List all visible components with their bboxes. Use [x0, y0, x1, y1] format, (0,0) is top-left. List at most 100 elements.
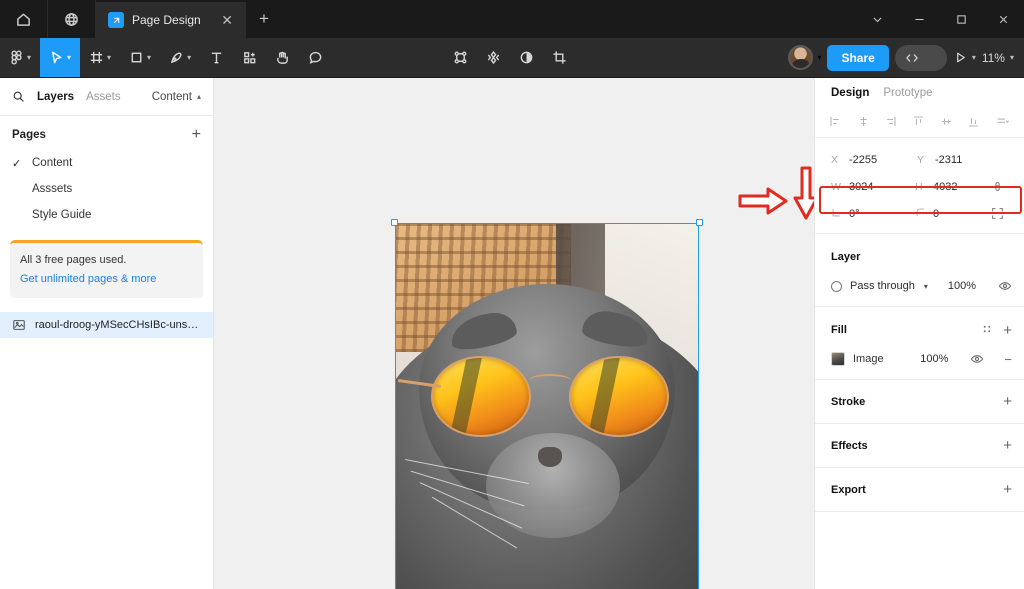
align-top-icon[interactable] [912, 115, 925, 131]
sunglass-bridge [528, 374, 572, 387]
chevron-down-icon[interactable]: ▾ [817, 53, 821, 62]
resize-handle-top-right[interactable] [696, 219, 703, 226]
sidebar-tab-layers[interactable]: Layers [37, 91, 74, 103]
left-sidebar: Layers Assets Content ▴ Pages + ✓ Conten… [0, 78, 214, 589]
search-icon[interactable] [12, 90, 25, 103]
text-tool[interactable] [200, 38, 233, 77]
align-left-icon[interactable] [829, 115, 842, 131]
browser-tab-page-design[interactable]: Page Design ✕ [96, 0, 246, 38]
chevron-down-icon: ▾ [67, 53, 72, 62]
globe-icon[interactable] [48, 0, 96, 38]
sidebar-tab-assets[interactable]: Assets [86, 91, 121, 103]
present-button[interactable]: ▾ [953, 50, 976, 65]
tab-prototype[interactable]: Prototype [883, 87, 932, 99]
add-export-button[interactable]: + [1003, 481, 1012, 498]
cat-sunglasses [398, 356, 669, 438]
fill-opacity-value[interactable]: 100% [920, 353, 948, 365]
eye-icon[interactable] [998, 279, 1012, 293]
page-item-content[interactable]: ✓ Content [0, 150, 213, 176]
layer-opacity-value[interactable]: 100% [948, 280, 976, 292]
w-label: W [831, 180, 841, 193]
maximize-icon[interactable] [940, 0, 982, 38]
add-fill-button[interactable]: + [1003, 322, 1012, 339]
mask-icon[interactable] [444, 38, 477, 77]
chevron-down-icon[interactable]: ▾ [972, 53, 976, 62]
rotation-field[interactable]: 0° [823, 207, 907, 221]
avatar[interactable] [788, 45, 814, 70]
comment-tool[interactable] [299, 38, 332, 77]
new-tab-button[interactable]: + [246, 0, 282, 38]
eye-icon[interactable] [970, 352, 984, 366]
styles-icon[interactable] [981, 323, 993, 338]
chevron-down-icon[interactable] [856, 0, 898, 38]
upgrade-link[interactable]: Get unlimited pages & more [20, 273, 156, 285]
frame-tool[interactable]: ▾ [80, 38, 120, 77]
page-dropdown[interactable]: Content ▴ [152, 91, 201, 103]
align-vertical-center-icon[interactable] [940, 115, 953, 131]
rotation-value: 0° [849, 207, 860, 220]
crop-icon[interactable] [543, 38, 576, 77]
rectangle-tool[interactable]: ▾ [120, 38, 160, 77]
move-cursor-tool[interactable]: ▾ [40, 38, 81, 77]
stroke-title: Stroke [831, 395, 866, 408]
layer-section: Layer Pass through ▾ 100% [815, 234, 1024, 307]
align-bottom-icon[interactable] [967, 115, 980, 131]
hand-tool[interactable] [266, 38, 299, 77]
page-item-label: Asssets [32, 183, 73, 195]
close-window-icon[interactable] [982, 0, 1024, 38]
plugins-icon[interactable] [477, 38, 510, 77]
close-tab-icon[interactable]: ✕ [218, 11, 236, 29]
pen-tool[interactable]: ▾ [160, 38, 200, 77]
height-field[interactable]: H 4032 [907, 181, 991, 193]
tab-title: Page Design [132, 13, 201, 27]
h-label: H [915, 180, 923, 193]
add-stroke-button[interactable]: + [1003, 393, 1012, 410]
chevron-down-icon[interactable]: ▾ [1010, 53, 1014, 62]
x-field[interactable]: X -2255 [823, 154, 909, 166]
page-item-label: Content [32, 157, 73, 169]
canvas-area[interactable]: 3024 × 4032 [214, 78, 814, 589]
page-item-asssets[interactable]: Asssets [0, 176, 213, 202]
y-field[interactable]: Y -2311 [909, 154, 995, 166]
page-item-style-guide[interactable]: Style Guide [0, 202, 213, 228]
blend-mode-value[interactable]: Pass through [850, 280, 915, 292]
share-button[interactable]: Share [827, 44, 889, 71]
chevron-down-icon: ▾ [147, 53, 152, 62]
zoom-level-control[interactable]: 11% ▾ [982, 51, 1014, 65]
selected-image-frame[interactable]: 3024 × 4032 [391, 219, 703, 589]
component-tool[interactable] [233, 38, 266, 77]
figma-menu-icon[interactable]: ▾ [0, 38, 40, 77]
layer-title: Layer [831, 251, 861, 263]
user-avatar-group[interactable]: ▾ [788, 45, 821, 70]
home-icon[interactable] [0, 0, 48, 38]
y-value: -2311 [935, 153, 963, 166]
width-field[interactable]: W 3024 [823, 181, 907, 193]
list-item[interactable]: raoul-droog-yMSecCHsIBc-unspl... [0, 312, 213, 338]
add-page-button[interactable]: + [192, 126, 201, 144]
tab-design[interactable]: Design [831, 87, 869, 99]
effects-title: Effects [831, 439, 868, 452]
dev-mode-toggle[interactable] [894, 44, 947, 71]
independent-corners-icon[interactable] [991, 207, 1016, 220]
y-label: Y [917, 153, 925, 166]
cat-ear-left [447, 308, 519, 354]
notice-text: All 3 free pages used. [20, 254, 127, 266]
chevron-down-icon[interactable]: ▾ [924, 282, 928, 291]
align-right-icon[interactable] [884, 115, 897, 131]
browser-title-bar: Page Design ✕ + [0, 0, 1024, 38]
minimize-icon[interactable] [898, 0, 940, 38]
resize-handle-top-left[interactable] [391, 219, 398, 226]
cat-photo [395, 223, 699, 589]
stroke-section: Stroke + [815, 380, 1024, 424]
fill-image-thumbnail[interactable] [831, 352, 845, 366]
contrast-icon[interactable] [510, 38, 543, 77]
fill-item-row: Image 100% − [815, 345, 1024, 373]
remove-fill-button[interactable]: − [1004, 352, 1012, 367]
align-horizontal-center-icon[interactable] [857, 115, 870, 131]
export-section: Export + [815, 468, 1024, 512]
link-proportions-icon[interactable] [991, 180, 1016, 193]
add-effect-button[interactable]: + [1003, 437, 1012, 454]
corner-radius-field[interactable]: 0 [907, 207, 991, 221]
distribute-icon[interactable] [995, 115, 1010, 131]
